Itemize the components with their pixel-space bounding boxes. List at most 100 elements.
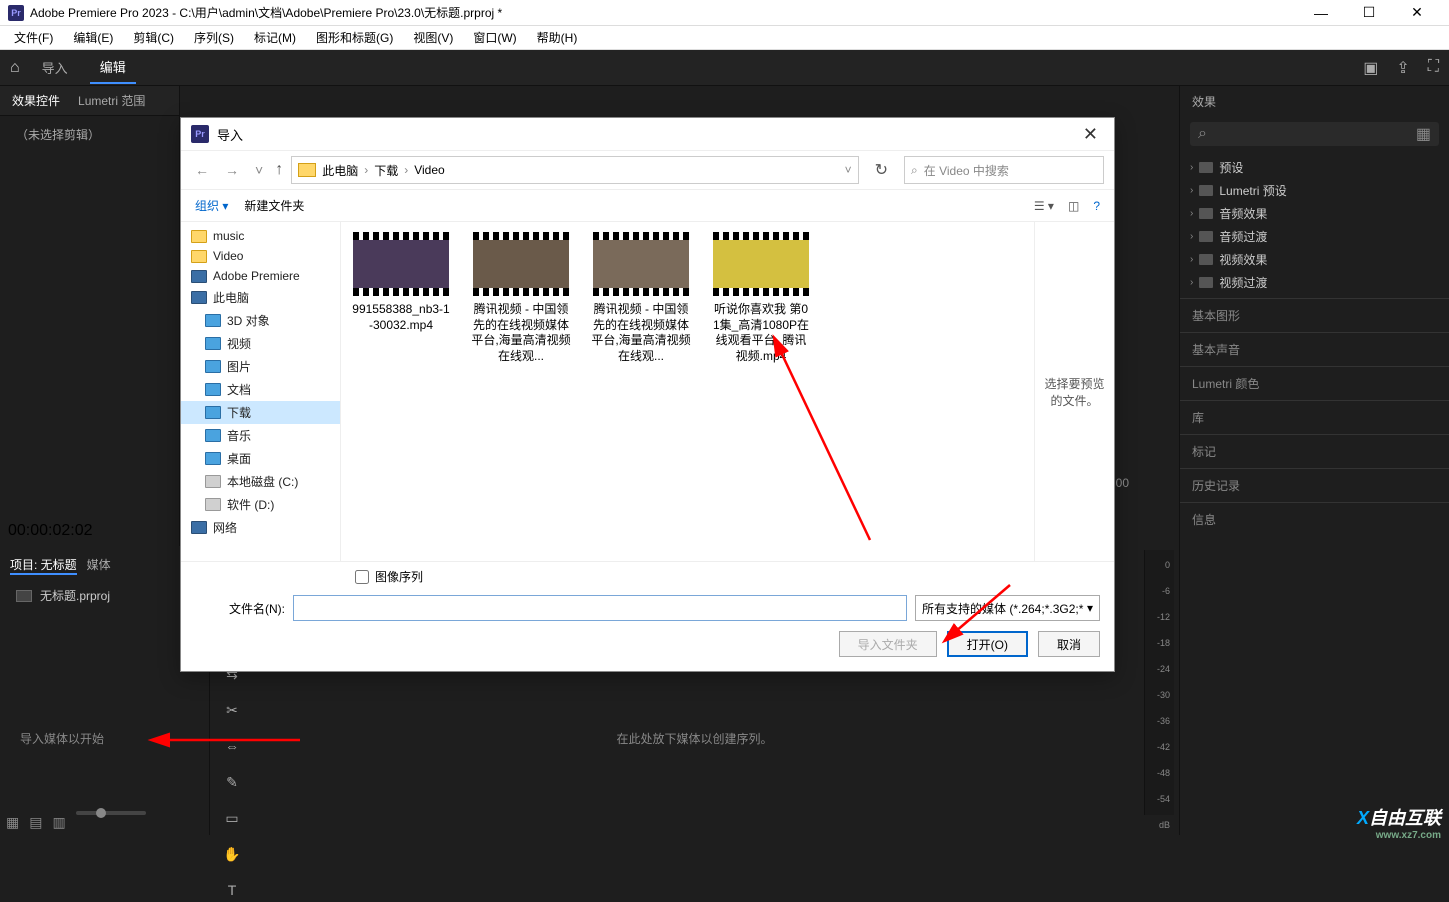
tree-item[interactable]: 3D 对象 xyxy=(181,309,340,332)
minimize-button[interactable]: — xyxy=(1307,3,1335,23)
workspace-edit-tab[interactable]: 编辑 xyxy=(90,51,136,84)
dialog-search-input[interactable]: ⌕在 Video 中搜索 xyxy=(904,156,1104,184)
open-button[interactable]: 打开(O) xyxy=(947,631,1028,657)
tab-lumetri-scopes[interactable]: Lumetri 范围 xyxy=(78,92,145,109)
tree-item[interactable]: 桌面 xyxy=(181,447,340,470)
home-icon[interactable]: ⌂ xyxy=(10,59,20,77)
hand-tool[interactable]: ✋ xyxy=(220,842,244,866)
nav-up-button[interactable]: ↑ xyxy=(275,161,283,179)
breadcrumb[interactable]: 此电脑› 下载› Video ˅ xyxy=(291,156,858,184)
meter-tick: -6 xyxy=(1162,586,1170,596)
file-item[interactable]: 腾讯视频 - 中国领先的在线视频媒体平台,海量高清视频在线观... xyxy=(591,232,691,551)
type-tool[interactable]: T xyxy=(220,878,244,902)
workspace-import-tab[interactable]: 导入 xyxy=(32,52,78,83)
search-icon: ⌕ xyxy=(1198,125,1207,143)
menu-graphics[interactable]: 图形和标题(G) xyxy=(310,27,399,48)
organize-button[interactable]: 组织 ▾ xyxy=(195,197,228,214)
panel-section[interactable]: 基本声音 xyxy=(1180,332,1449,366)
tree-item[interactable]: 此电脑 xyxy=(181,286,340,309)
menu-window[interactable]: 窗口(W) xyxy=(467,27,522,48)
tab-effects[interactable]: 效果 xyxy=(1192,93,1216,110)
menu-sequence[interactable]: 序列(S) xyxy=(188,27,240,48)
menu-edit[interactable]: 编辑(E) xyxy=(67,27,119,48)
menu-help[interactable]: 帮助(H) xyxy=(531,27,584,48)
filename-label: 文件名(N): xyxy=(195,600,285,617)
refresh-button[interactable]: ↻ xyxy=(867,160,896,180)
folder-tree[interactable]: musicVideoAdobe Premiere此电脑3D 对象视频图片文档下载… xyxy=(181,222,341,561)
import-dialog: Pr 导入 ✕ ← → ˅ ↑ 此电脑› 下载› Video ˅ ↻ ⌕在 Vi… xyxy=(180,117,1115,672)
file-item[interactable]: 听说你喜欢我 第01集_高清1080P在线观看平台_腾讯视频.mp4 xyxy=(711,232,811,551)
slip-tool[interactable]: ⇔ xyxy=(220,734,244,758)
effects-folder[interactable]: ›音频过渡 xyxy=(1190,225,1439,248)
crumb-downloads[interactable]: 下载 xyxy=(374,162,398,179)
view-mode-button[interactable]: ☰ ▾ xyxy=(1034,199,1054,213)
folder-icon xyxy=(298,163,316,177)
menu-clip[interactable]: 剪辑(C) xyxy=(127,27,180,48)
crumb-pc[interactable]: 此电脑 xyxy=(322,162,358,179)
panel-section[interactable]: 基本图形 xyxy=(1180,298,1449,332)
panel-section[interactable]: 历史记录 xyxy=(1180,468,1449,502)
razor-tool[interactable]: ✂ xyxy=(220,698,244,722)
tab-media[interactable]: 媒体 xyxy=(87,556,111,575)
tree-item[interactable]: 文档 xyxy=(181,378,340,401)
meter-tick: -24 xyxy=(1157,664,1170,674)
tree-item[interactable]: 本地磁盘 (C:) xyxy=(181,470,340,493)
file-item[interactable]: 腾讯视频 - 中国领先的在线视频媒体平台,海量高清视频在线观... xyxy=(471,232,571,551)
quick-export-icon[interactable]: ▣ xyxy=(1363,58,1378,78)
meter-tick: -54 xyxy=(1157,794,1170,804)
rectangle-tool[interactable]: ▭ xyxy=(220,806,244,830)
tree-item[interactable]: 音乐 xyxy=(181,424,340,447)
tree-item[interactable]: music xyxy=(181,226,340,246)
help-icon[interactable]: ? xyxy=(1093,199,1100,213)
share-icon[interactable]: ⇪ xyxy=(1396,58,1409,78)
panel-section[interactable]: 标记 xyxy=(1180,434,1449,468)
effects-folder[interactable]: ›预设 xyxy=(1190,156,1439,179)
file-list[interactable]: 991558388_nb3-1-30032.mp4腾讯视频 - 中国领先的在线视… xyxy=(341,222,1034,561)
new-folder-button[interactable]: 新建文件夹 xyxy=(244,197,304,214)
breadcrumb-dropdown[interactable]: ˅ xyxy=(845,163,852,177)
tree-item[interactable]: 下载 xyxy=(181,401,340,424)
file-item[interactable]: 991558388_nb3-1-30032.mp4 xyxy=(351,232,451,551)
menu-view[interactable]: 视图(V) xyxy=(407,27,459,48)
tree-item[interactable]: 网络 xyxy=(181,516,340,539)
effects-search[interactable]: ⌕ ▦ xyxy=(1190,122,1439,146)
nav-forward-button[interactable]: → xyxy=(221,162,243,178)
preview-pane-button[interactable]: ◫ xyxy=(1068,199,1079,213)
effects-folder[interactable]: ›音频效果 xyxy=(1190,202,1439,225)
no-clip-label: （未选择剪辑） xyxy=(0,116,179,153)
maximize-button[interactable]: ☐ xyxy=(1355,3,1383,23)
list-view-icon[interactable]: ▦ xyxy=(6,814,19,831)
tree-item[interactable]: Adobe Premiere xyxy=(181,266,340,286)
project-root-item[interactable]: 无标题.prproj xyxy=(0,581,209,610)
tree-item[interactable]: 图片 xyxy=(181,355,340,378)
fullscreen-icon[interactable]: ⛶ xyxy=(1428,58,1439,78)
preset-icon[interactable]: ▦ xyxy=(1416,124,1431,144)
freeform-view-icon[interactable]: ▥ xyxy=(52,814,65,831)
tree-item[interactable]: 软件 (D:) xyxy=(181,493,340,516)
panel-section[interactable]: 信息 xyxy=(1180,502,1449,536)
cancel-button[interactable]: 取消 xyxy=(1038,631,1100,657)
panel-section[interactable]: Lumetri 颜色 xyxy=(1180,366,1449,400)
menu-file[interactable]: 文件(F) xyxy=(8,27,59,48)
tab-project[interactable]: 项目: 无标题 xyxy=(10,556,77,575)
tab-effect-controls[interactable]: 效果控件 xyxy=(12,92,60,109)
filetype-dropdown[interactable]: 所有支持的媒体 (*.264;*.3G2;*▾ xyxy=(915,595,1100,621)
filename-input[interactable] xyxy=(293,595,907,621)
effects-folder[interactable]: ›视频效果 xyxy=(1190,248,1439,271)
effects-folder[interactable]: ›Lumetri 预设 xyxy=(1190,179,1439,202)
pen-tool[interactable]: ✎ xyxy=(220,770,244,794)
effects-folder[interactable]: ›视频过渡 xyxy=(1190,271,1439,294)
panel-section[interactable]: 库 xyxy=(1180,400,1449,434)
menu-marker[interactable]: 标记(M) xyxy=(248,27,302,48)
zoom-slider[interactable] xyxy=(76,811,146,815)
close-button[interactable]: ✕ xyxy=(1403,3,1431,23)
image-sequence-checkbox[interactable] xyxy=(355,570,369,584)
tree-item[interactable]: 视频 xyxy=(181,332,340,355)
tree-item[interactable]: Video xyxy=(181,246,340,266)
dialog-close-button[interactable]: ✕ xyxy=(1077,124,1104,145)
nav-back-button[interactable]: ← xyxy=(191,162,213,178)
crumb-video[interactable]: Video xyxy=(414,163,444,177)
icon-view-icon[interactable]: ▤ xyxy=(29,814,42,831)
import-folder-button[interactable]: 导入文件夹 xyxy=(839,631,937,657)
nav-recent-button[interactable]: ˅ xyxy=(251,162,267,178)
